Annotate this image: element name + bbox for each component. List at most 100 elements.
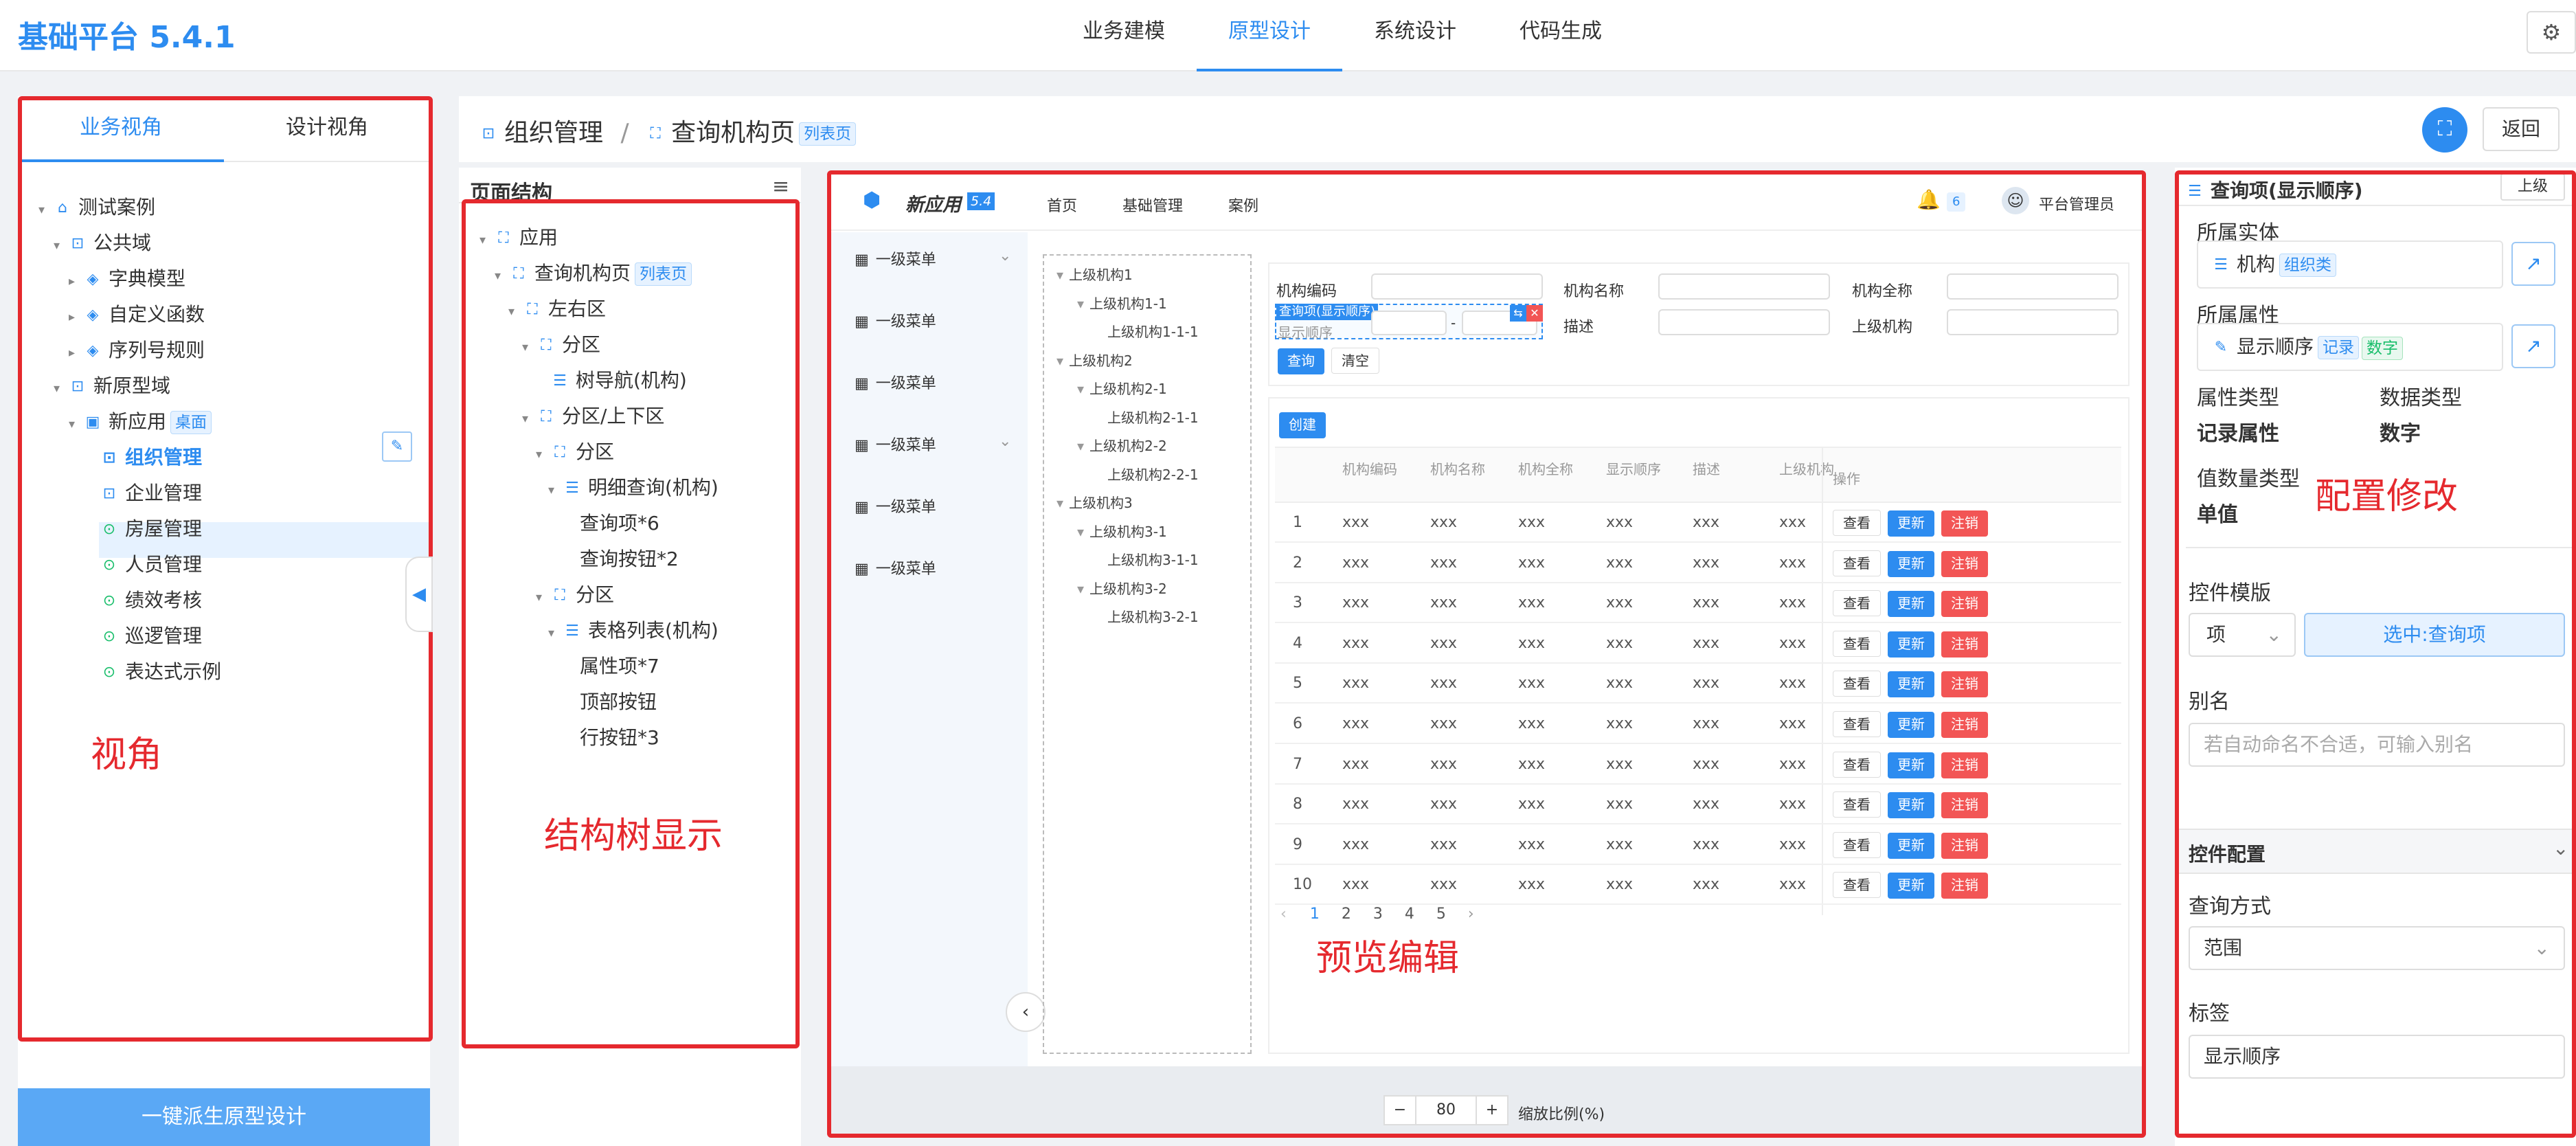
caret-down-icon[interactable]: ▾ (54, 232, 69, 260)
update-button[interactable]: 更新 (1888, 631, 1934, 658)
tree-item[interactable]: ⊡ 企业管理 (100, 480, 202, 507)
tree-item[interactable]: ⊙ 绩效考核 (100, 587, 202, 614)
alias-input[interactable]: 若自动命名不合适，可输入别名 (2189, 723, 2565, 767)
tag-input[interactable]: 显示顺序 (2189, 1035, 2565, 1079)
view-button[interactable]: 查看 (1833, 590, 1881, 617)
cancel-button[interactable]: 注销 (1941, 550, 1988, 577)
column-header[interactable]: 显示顺序 (1606, 458, 1665, 504)
caret-down-icon[interactable]: ▾ (548, 620, 563, 647)
view-button[interactable]: 查看 (1833, 630, 1881, 657)
caret-down-icon[interactable]: ▾ (38, 196, 54, 224)
open-entity-icon[interactable]: ↗ (2511, 242, 2555, 286)
template-select[interactable]: 项 ⌄ (2189, 613, 2296, 657)
range-start-input[interactable] (1371, 311, 1447, 335)
structure-node[interactable]: ▾ ⛶ 分区 (522, 331, 600, 359)
structure-node[interactable]: 顶部按钮 (580, 688, 657, 716)
query-input[interactable] (1371, 273, 1543, 300)
tree-item[interactable]: ▸ ◈ 字典模型 (69, 265, 185, 293)
cancel-button[interactable]: 注销 (1941, 631, 1988, 658)
update-button[interactable]: 更新 (1888, 712, 1934, 738)
org-tree-node[interactable]: ▾ 上级机构3 (1057, 492, 1133, 512)
caret-down-icon[interactable]: ▾ (548, 477, 563, 504)
org-tree-node[interactable]: 上级机构3-1-1 (1098, 549, 1199, 569)
collapse-sidebar-icon[interactable]: ‹ (1006, 992, 1046, 1032)
preview-menu-item[interactable]: ▦ 一级菜单 (855, 371, 936, 393)
bell-icon[interactable]: 🔔 (1917, 188, 1941, 211)
create-button[interactable]: 创建 (1279, 412, 1326, 438)
update-button[interactable]: 更新 (1888, 873, 1934, 899)
update-button[interactable]: 更新 (1888, 832, 1934, 859)
view-button[interactable]: 查看 (1833, 550, 1881, 576)
tab-business-view[interactable]: 业务视角 (18, 96, 224, 162)
page-number[interactable]: 2 (1342, 906, 1351, 923)
preview-nav-basic[interactable]: 基础管理 (1122, 194, 1183, 216)
entity-field[interactable]: ☰ 机构 组织类 (2197, 240, 2503, 289)
caret-down-icon[interactable]: ▾ (1077, 581, 1084, 597)
org-tree-node[interactable]: ▾ 上级机构1-1 (1077, 293, 1167, 313)
zoom-value[interactable]: 80 (1415, 1095, 1477, 1125)
structure-node[interactable]: 属性项*7 (580, 653, 659, 680)
preview-menu-item[interactable]: ▦ 一级菜单 (855, 495, 936, 517)
column-header[interactable]: 机构全称 (1518, 458, 1577, 504)
update-button[interactable]: 更新 (1888, 510, 1934, 537)
zoom-out-button[interactable]: − (1383, 1095, 1416, 1125)
query-mode-select[interactable]: 范围 ⌄ (2189, 926, 2565, 970)
open-attr-icon[interactable]: ↗ (2511, 324, 2555, 368)
preview-menu-item[interactable]: ▦ 一级菜单 (855, 309, 936, 331)
query-input[interactable] (1658, 273, 1830, 300)
cancel-button[interactable]: 注销 (1941, 591, 1988, 618)
org-tree-node[interactable]: ▾ 上级机构1 (1057, 264, 1133, 284)
edit-icon[interactable]: ✎ (382, 431, 412, 462)
update-button[interactable]: 更新 (1888, 792, 1934, 819)
query-input[interactable] (1947, 309, 2119, 335)
cancel-button[interactable]: 注销 (1941, 832, 1988, 859)
org-tree-node[interactable]: 上级机构2-1-1 (1098, 407, 1199, 427)
column-header[interactable]: 机构名称 (1430, 458, 1489, 504)
caret-down-icon[interactable]: ▾ (1077, 381, 1084, 397)
org-tree-node[interactable]: 上级机构3-2-1 (1098, 606, 1199, 626)
page-number[interactable]: 5 (1436, 906, 1446, 923)
view-button[interactable]: 查看 (1833, 831, 1881, 858)
org-tree-node[interactable]: 上级机构2-2-1 (1098, 464, 1199, 484)
query-button[interactable]: 查询 (1278, 348, 1324, 374)
cancel-button[interactable]: 注销 (1941, 712, 1988, 738)
update-button[interactable]: 更新 (1888, 550, 1934, 577)
caret-down-icon[interactable]: ▾ (1057, 267, 1063, 283)
menu-icon[interactable]: ≡ (772, 175, 789, 199)
tab-code-generation[interactable]: 代码生成 (1488, 0, 1634, 71)
structure-node[interactable]: ▾ ⛶ 分区/上下区 (522, 403, 664, 430)
page-number[interactable]: 1 (1310, 906, 1320, 923)
structure-node[interactable]: ▾ ☰ 表格列表(机构) (548, 617, 719, 644)
preview-user[interactable]: 平台管理员 (2039, 192, 2114, 214)
preview-menu-item[interactable]: ▦ 一级菜单 ⌄ (855, 433, 1011, 455)
view-button[interactable]: 查看 (1833, 671, 1881, 697)
structure-node[interactable]: ▾ ⛶ 左右区 (508, 295, 606, 323)
tree-item[interactable]: ⊙ 房屋管理 (100, 515, 202, 543)
tab-design-view[interactable]: 设计视角 (224, 96, 430, 162)
caret-down-icon[interactable]: ▾ (1077, 438, 1084, 454)
caret-down-icon[interactable]: ▾ (1077, 524, 1084, 540)
view-button[interactable]: 查看 (1833, 510, 1881, 536)
query-input[interactable] (1947, 273, 2119, 300)
preview-menu-item[interactable]: ▦ 一级菜单 ⌄ (855, 247, 1011, 269)
collapse-left-icon[interactable]: ◀ (405, 557, 433, 632)
gear-icon[interactable]: ⚙ (2527, 11, 2576, 54)
swap-icon[interactable]: ⇆ (1510, 305, 1526, 322)
org-tree-node[interactable]: ▾ 上级机构2-1 (1077, 378, 1167, 398)
update-button[interactable]: 更新 (1888, 752, 1934, 778)
structure-node[interactable]: ▾ ☰ 明细查询(机构) (548, 474, 719, 502)
template-selected-button[interactable]: 选中:查询项 (2304, 613, 2565, 657)
control-config-header[interactable]: 控件配置 ⌄ (2175, 829, 2576, 874)
fullscreen-icon[interactable]: ⛶ (2422, 107, 2467, 153)
cancel-button[interactable]: 注销 (1941, 873, 1988, 899)
page-number[interactable]: 4 (1405, 906, 1414, 923)
caret-down-icon[interactable]: ▾ (54, 375, 69, 403)
preview-nav-cases[interactable]: 案例 (1228, 194, 1258, 216)
cancel-button[interactable]: 注销 (1941, 671, 1988, 698)
zoom-in-button[interactable]: + (1476, 1095, 1509, 1125)
cancel-button[interactable]: 注销 (1941, 752, 1988, 778)
tree-item[interactable]: ▾ ⊡ 公共域 (54, 229, 151, 257)
caret-down-icon[interactable]: ▾ (69, 411, 84, 438)
caret-down-icon[interactable]: ▾ (522, 405, 537, 433)
caret-right-icon[interactable]: ▸ (69, 268, 84, 295)
